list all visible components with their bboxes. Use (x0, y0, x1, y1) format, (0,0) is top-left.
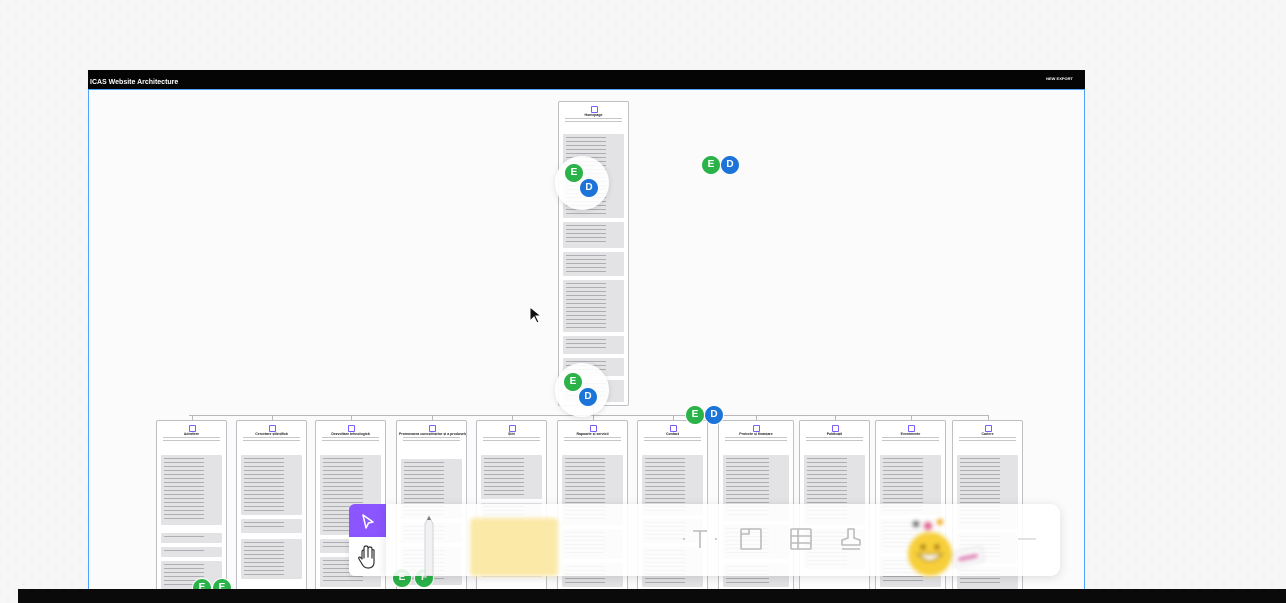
page-title: Admitere (183, 432, 200, 436)
page-icon (428, 425, 436, 432)
page-description (882, 437, 939, 442)
page-section (563, 336, 624, 354)
page-icon (753, 425, 760, 432)
page-title: Contact (665, 432, 680, 436)
page-description (322, 437, 379, 442)
page-title: Proiecte și finanțare (739, 432, 773, 436)
frame-tool-button[interactable] (736, 524, 766, 554)
bottom-toolbar (386, 504, 1060, 577)
page-icon (669, 425, 677, 432)
page-section (563, 222, 624, 248)
pointer-icon (362, 514, 374, 529)
page-section (563, 280, 624, 332)
page-icon (831, 425, 839, 432)
page-icon (589, 425, 597, 432)
page-description (403, 437, 460, 442)
page-section (241, 455, 302, 515)
sticker-tool-button[interactable] (898, 514, 998, 576)
page-title: Evenimente (900, 432, 921, 436)
page-title: Promovarea cunoștințelor și a produselor (399, 432, 467, 436)
collaborator-avatar[interactable]: E (701, 155, 721, 175)
table-tool-button[interactable] (786, 524, 816, 554)
page-section (241, 539, 302, 579)
mouse-cursor-icon (529, 306, 543, 324)
sticky-note-icon (470, 518, 558, 576)
stamp-icon (841, 528, 861, 550)
text-icon (683, 530, 717, 548)
collaborator-avatar[interactable]: E (685, 405, 705, 425)
arrow-icon (1018, 538, 1036, 540)
page-section (563, 252, 624, 276)
page-description (163, 437, 220, 442)
board-title[interactable]: ICAS Website Architecture (90, 79, 178, 86)
collaborator-avatar[interactable]: D (579, 178, 599, 198)
stamp-tool-button[interactable] (836, 524, 866, 554)
collaborator-avatar[interactable]: D (720, 155, 740, 175)
pen-tool-button[interactable] (414, 512, 444, 577)
page-icon (984, 425, 992, 432)
page-description (483, 437, 540, 442)
page-title: Știri (508, 432, 515, 436)
page-title: Cercetare științifică (255, 432, 288, 436)
page-card-homepage[interactable]: Homepage (558, 101, 629, 406)
text-tool-button[interactable] (678, 524, 722, 554)
page-icon (907, 425, 915, 432)
page-description (725, 437, 787, 442)
page-card[interactable]: Cercetare științifică (236, 420, 307, 600)
more-tools-button[interactable] (1014, 532, 1040, 546)
page-description (959, 437, 1016, 442)
pen-icon (424, 514, 434, 577)
page-title: Cariere (981, 432, 994, 436)
page-icon (590, 106, 598, 113)
board-header[interactable]: ICAS Website Architecture NEW EXPORT (88, 70, 1085, 89)
page-icon (347, 425, 355, 432)
sticky-note-tool-button[interactable] (470, 518, 558, 576)
page-description (564, 437, 621, 442)
page-icon (268, 425, 276, 432)
sticker-icon (908, 519, 985, 576)
page-description (565, 118, 622, 123)
hand-tool-button[interactable] (349, 537, 386, 576)
table-icon (790, 528, 812, 550)
page-description (644, 437, 701, 442)
board-header-meta: NEW EXPORT (1046, 76, 1073, 81)
page-description (243, 437, 300, 442)
page-section (161, 533, 222, 543)
collaborator-avatar[interactable]: D (578, 387, 598, 407)
hand-icon (358, 545, 375, 569)
bottom-black-bar (18, 589, 1286, 603)
frame-icon (740, 528, 762, 550)
page-section (161, 547, 222, 557)
page-section (161, 455, 222, 525)
page-section (241, 519, 302, 533)
page-title: Dezvoltare tehnologică (331, 432, 370, 436)
page-icon (188, 425, 196, 432)
page-section (481, 455, 542, 499)
page-title: Rapoarte și servicii (576, 432, 609, 436)
page-description (806, 437, 863, 442)
select-tool-button[interactable] (349, 504, 386, 537)
page-title: Homepage (584, 113, 603, 117)
collaborator-avatar[interactable]: D (704, 405, 724, 425)
page-title: Publicații (826, 432, 843, 436)
page-card[interactable]: Admitere (156, 420, 227, 600)
board-header-right-title: NEW EXPORT (1046, 76, 1073, 81)
page-icon (508, 425, 516, 432)
